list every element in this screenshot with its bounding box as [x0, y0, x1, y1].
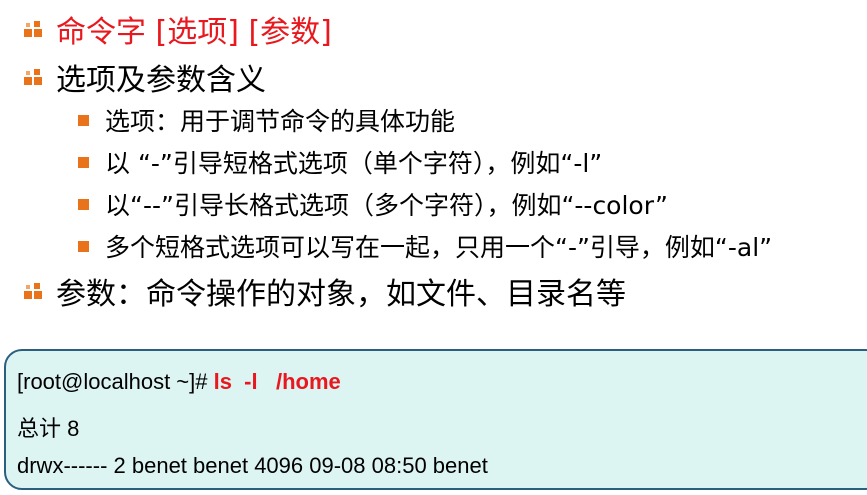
- terminal-prompt: [root@localhost ~]#: [17, 369, 214, 394]
- square-bullet-icon: [22, 280, 44, 302]
- sub-bullet-text: 多个短格式选项可以写在一起，只用一个“-”引导，例如“-al”: [105, 233, 773, 262]
- sub-bullet-long-options: 以“--”引导长格式选项（多个字符），例如“--color”: [78, 186, 668, 222]
- sub-bullet-text: 以 “-”引导短格式选项（单个字符），例如“-l”: [105, 149, 603, 178]
- terminal-example-box: [root@localhost ~]# ls -l /home 总计 8 drw…: [4, 349, 867, 490]
- bullet-options-meaning: 选项及参数含义: [22, 56, 266, 98]
- square-bullet-icon: [22, 18, 44, 40]
- arguments-text: 参数：命令操作的对象，如文件、目录名等: [56, 277, 626, 312]
- terminal-output-listing: drwx------ 2 benet benet 4096 09-08 08:5…: [17, 453, 488, 478]
- terminal-output-total: 总计 8: [17, 416, 80, 441]
- square-bullet-icon: [78, 156, 89, 168]
- square-bullet-icon: [78, 114, 89, 126]
- sub-bullet-options: 选项：用于调节命令的具体功能: [78, 102, 455, 138]
- options-meaning-text: 选项及参数含义: [56, 63, 266, 98]
- terminal-command-line: [root@localhost ~]# ls -l /home: [17, 369, 341, 395]
- square-bullet-icon: [22, 66, 44, 88]
- sub-bullet-short-options: 以 “-”引导短格式选项（单个字符），例如“-l”: [78, 144, 602, 180]
- sub-bullet-text: 选项：用于调节命令的具体功能: [105, 107, 456, 136]
- sub-bullet-text: 以“--”引导长格式选项（多个字符），例如“--color”: [105, 191, 669, 220]
- square-bullet-icon: [78, 198, 89, 210]
- command-syntax-text: 命令字 [选项] [参数]: [56, 15, 332, 50]
- bullet-arguments: 参数：命令操作的对象，如文件、目录名等: [22, 270, 626, 312]
- terminal-command: ls -l /home: [213, 369, 341, 394]
- sub-bullet-combined-options: 多个短格式选项可以写在一起，只用一个“-”引导，例如“-al”: [78, 228, 772, 264]
- bullet-syntax: 命令字 [选项] [参数]: [22, 8, 332, 50]
- square-bullet-icon: [78, 240, 89, 252]
